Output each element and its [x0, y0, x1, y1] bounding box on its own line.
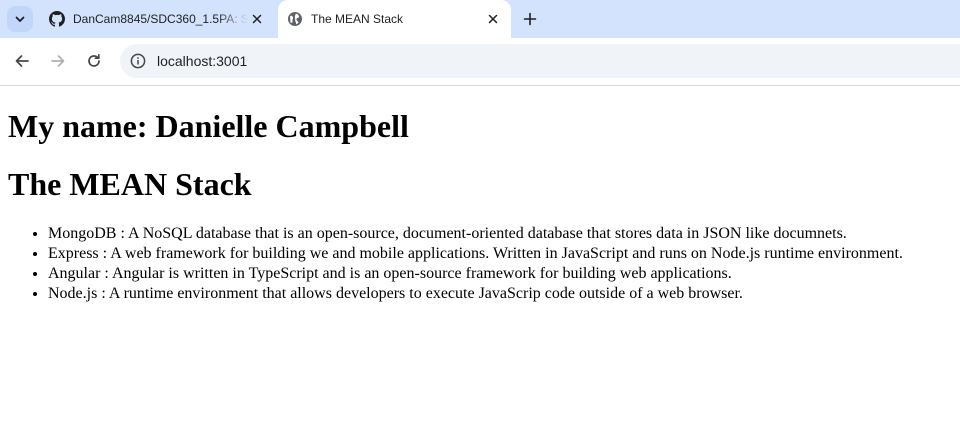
- url-text: localhost:3001: [157, 53, 248, 69]
- globe-icon: [287, 11, 303, 27]
- arrow-left-icon: [15, 55, 29, 67]
- list-item: MongoDB : A NoSQL database that is an op…: [48, 224, 952, 244]
- plus-icon: [523, 12, 537, 26]
- address-bar[interactable]: localhost:3001: [120, 44, 960, 78]
- list-item: Angular : Angular is written in TypeScri…: [48, 264, 952, 284]
- browser-chrome: DanCam8845/SDC360_1.5PA: SD The MEAN Sta…: [0, 0, 960, 86]
- forward-button[interactable]: [46, 49, 70, 73]
- list-item: Node.js : A runtime environment that all…: [48, 284, 952, 304]
- tab-github[interactable]: DanCam8845/SDC360_1.5PA: SD: [40, 0, 275, 38]
- browser-toolbar: localhost:3001: [0, 38, 960, 86]
- back-button[interactable]: [10, 49, 34, 73]
- tab-mean-stack[interactable]: The MEAN Stack: [278, 0, 511, 38]
- chevron-down-icon: [15, 16, 25, 22]
- page-title: The MEAN Stack: [8, 166, 252, 202]
- name-heading: My name: Danielle Campbell: [8, 108, 409, 144]
- tab-title: The MEAN Stack: [311, 12, 404, 26]
- github-icon: [49, 11, 65, 27]
- mean-stack-list: MongoDB : A NoSQL database that is an op…: [8, 224, 952, 304]
- page-content: My name: Danielle Campbell The MEAN Stac…: [0, 86, 960, 304]
- reload-button[interactable]: [82, 49, 106, 73]
- tab-title: DanCam8845/SDC360_1.5PA: SD: [73, 12, 248, 26]
- close-icon[interactable]: [484, 10, 502, 28]
- close-icon[interactable]: [248, 10, 266, 28]
- new-tab-button[interactable]: [518, 7, 542, 31]
- tab-search-button[interactable]: [7, 6, 33, 32]
- reload-icon: [88, 53, 100, 67]
- list-item: Express : A web framework for building w…: [48, 244, 952, 264]
- arrow-right-icon: [51, 55, 65, 67]
- tab-strip: DanCam8845/SDC360_1.5PA: SD The MEAN Sta…: [0, 0, 960, 38]
- info-icon[interactable]: [129, 52, 147, 70]
